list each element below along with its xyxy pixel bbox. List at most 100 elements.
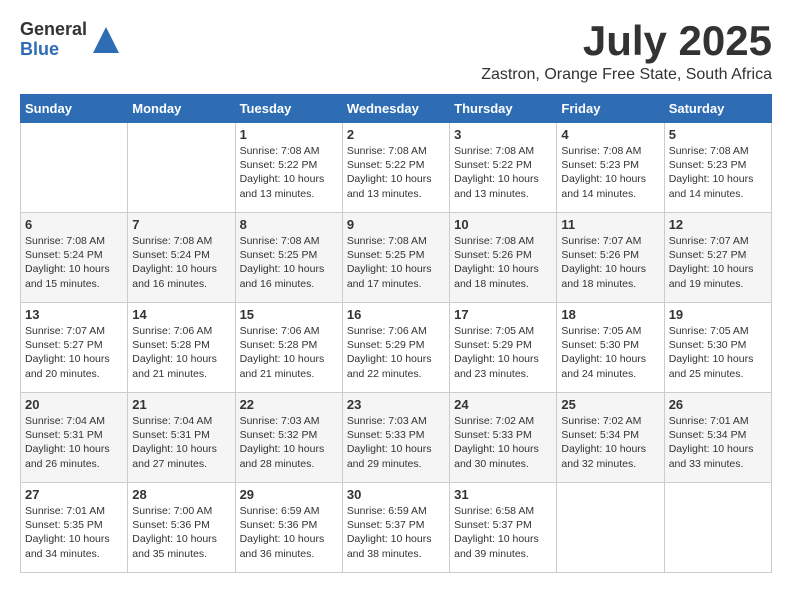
- calendar-cell: 3Sunrise: 7:08 AM Sunset: 5:22 PM Daylig…: [450, 123, 557, 213]
- calendar-header: SundayMondayTuesdayWednesdayThursdayFrid…: [21, 95, 772, 123]
- calendar-cell: 18Sunrise: 7:05 AM Sunset: 5:30 PM Dayli…: [557, 303, 664, 393]
- calendar-cell: 23 Sunrise: 7:03 AM Sunset: 5:33 PM Dayli…: [342, 393, 449, 483]
- day-header-tuesday: Tuesday: [235, 95, 342, 123]
- day-header-monday: Monday: [128, 95, 235, 123]
- calendar-cell: 5Sunrise: 7:08 AM Sunset: 5:23 PM Daylig…: [664, 123, 771, 213]
- day-number: 26: [669, 397, 767, 412]
- calendar-cell: [128, 123, 235, 213]
- day-number: 23: [347, 397, 445, 412]
- day-number: 19: [669, 307, 767, 322]
- day-info: Sunrise: 7:06 AM Sunset: 5:29 PM Dayligh…: [347, 324, 445, 381]
- calendar-cell: 24Sunrise: 7:02 AM Sunset: 5:33 PM Dayli…: [450, 393, 557, 483]
- calendar-cell: 15 Sunrise: 7:06 AM Sunset: 5:28 PM Dayli…: [235, 303, 342, 393]
- day-number: 20: [25, 397, 123, 412]
- week-row-3: 13 Sunrise: 7:07 AM Sunset: 5:27 PM Dayli…: [21, 303, 772, 393]
- calendar-cell: 22 Sunrise: 7:03 AM Sunset: 5:32 PM Dayli…: [235, 393, 342, 483]
- calendar-cell: [664, 483, 771, 573]
- calendar-cell: 19 Sunrise: 7:05 AM Sunset: 5:30 PM Dayli…: [664, 303, 771, 393]
- week-row-5: 27 Sunrise: 7:01 AM Sunset: 5:35 PM Dayli…: [21, 483, 772, 573]
- day-info: Sunrise: 7:03 AM Sunset: 5:32 PM Dayligh…: [240, 414, 338, 471]
- days-row: SundayMondayTuesdayWednesdayThursdayFrid…: [21, 95, 772, 123]
- calendar-cell: 10Sunrise: 7:08 AM Sunset: 5:26 PM Dayli…: [450, 213, 557, 303]
- calendar-cell: [557, 483, 664, 573]
- day-info: Sunrise: 6:59 AM Sunset: 5:36 PM Dayligh…: [240, 504, 338, 561]
- week-row-4: 20 Sunrise: 7:04 AM Sunset: 5:31 PM Dayli…: [21, 393, 772, 483]
- day-info: Sunrise: 7:01 AM Sunset: 5:34 PM Dayligh…: [669, 414, 767, 471]
- day-info: Sunrise: 7:07 AM Sunset: 5:27 PM Dayligh…: [669, 234, 767, 291]
- calendar-cell: 16 Sunrise: 7:06 AM Sunset: 5:29 PM Dayli…: [342, 303, 449, 393]
- day-number: 17: [454, 307, 552, 322]
- day-number: 8: [240, 217, 338, 232]
- day-number: 25: [561, 397, 659, 412]
- day-info: Sunrise: 7:02 AM Sunset: 5:34 PM Dayligh…: [561, 414, 659, 471]
- day-info: Sunrise: 6:58 AM Sunset: 5:37 PM Dayligh…: [454, 504, 552, 561]
- calendar-cell: 1Sunrise: 7:08 AM Sunset: 5:22 PM Daylig…: [235, 123, 342, 213]
- day-header-friday: Friday: [557, 95, 664, 123]
- day-info: Sunrise: 7:05 AM Sunset: 5:29 PM Dayligh…: [454, 324, 552, 381]
- day-header-wednesday: Wednesday: [342, 95, 449, 123]
- day-number: 14: [132, 307, 230, 322]
- calendar-cell: 6Sunrise: 7:08 AM Sunset: 5:24 PM Daylig…: [21, 213, 128, 303]
- day-info: Sunrise: 6:59 AM Sunset: 5:37 PM Dayligh…: [347, 504, 445, 561]
- day-number: 16: [347, 307, 445, 322]
- day-header-thursday: Thursday: [450, 95, 557, 123]
- day-info: Sunrise: 7:08 AM Sunset: 5:24 PM Dayligh…: [132, 234, 230, 291]
- page-header: General Blue July 2025 Zastron, Orange F…: [20, 20, 772, 84]
- calendar-cell: 30 Sunrise: 6:59 AM Sunset: 5:37 PM Dayli…: [342, 483, 449, 573]
- day-info: Sunrise: 7:05 AM Sunset: 5:30 PM Dayligh…: [561, 324, 659, 381]
- day-header-saturday: Saturday: [664, 95, 771, 123]
- day-info: Sunrise: 7:06 AM Sunset: 5:28 PM Dayligh…: [240, 324, 338, 381]
- logo: General Blue: [20, 20, 121, 60]
- calendar-cell: [21, 123, 128, 213]
- logo-icon: [91, 25, 121, 55]
- day-info: Sunrise: 7:08 AM Sunset: 5:22 PM Dayligh…: [347, 144, 445, 201]
- logo-general: General: [20, 20, 87, 40]
- month-title: July 2025: [481, 20, 772, 62]
- day-number: 4: [561, 127, 659, 142]
- week-row-1: 1Sunrise: 7:08 AM Sunset: 5:22 PM Daylig…: [21, 123, 772, 213]
- calendar-cell: 13 Sunrise: 7:07 AM Sunset: 5:27 PM Dayli…: [21, 303, 128, 393]
- day-info: Sunrise: 7:08 AM Sunset: 5:25 PM Dayligh…: [347, 234, 445, 291]
- day-info: Sunrise: 7:04 AM Sunset: 5:31 PM Dayligh…: [25, 414, 123, 471]
- calendar-cell: 25 Sunrise: 7:02 AM Sunset: 5:34 PM Dayli…: [557, 393, 664, 483]
- logo-blue: Blue: [20, 40, 87, 60]
- day-number: 28: [132, 487, 230, 502]
- day-info: Sunrise: 7:08 AM Sunset: 5:22 PM Dayligh…: [240, 144, 338, 201]
- day-number: 22: [240, 397, 338, 412]
- day-number: 2: [347, 127, 445, 142]
- day-header-sunday: Sunday: [21, 95, 128, 123]
- calendar-cell: 27 Sunrise: 7:01 AM Sunset: 5:35 PM Dayli…: [21, 483, 128, 573]
- day-info: Sunrise: 7:08 AM Sunset: 5:23 PM Dayligh…: [561, 144, 659, 201]
- day-info: Sunrise: 7:06 AM Sunset: 5:28 PM Dayligh…: [132, 324, 230, 381]
- day-info: Sunrise: 7:00 AM Sunset: 5:36 PM Dayligh…: [132, 504, 230, 561]
- calendar-cell: 8 Sunrise: 7:08 AM Sunset: 5:25 PM Daylig…: [235, 213, 342, 303]
- day-number: 7: [132, 217, 230, 232]
- day-info: Sunrise: 7:07 AM Sunset: 5:27 PM Dayligh…: [25, 324, 123, 381]
- day-info: Sunrise: 7:02 AM Sunset: 5:33 PM Dayligh…: [454, 414, 552, 471]
- day-number: 13: [25, 307, 123, 322]
- day-number: 27: [25, 487, 123, 502]
- calendar-cell: 12 Sunrise: 7:07 AM Sunset: 5:27 PM Dayli…: [664, 213, 771, 303]
- calendar-cell: 9Sunrise: 7:08 AM Sunset: 5:25 PM Daylig…: [342, 213, 449, 303]
- calendar-cell: 21Sunrise: 7:04 AM Sunset: 5:31 PM Dayli…: [128, 393, 235, 483]
- calendar-cell: 29Sunrise: 6:59 AM Sunset: 5:36 PM Dayli…: [235, 483, 342, 573]
- day-info: Sunrise: 7:08 AM Sunset: 5:22 PM Dayligh…: [454, 144, 552, 201]
- calendar-cell: 2 Sunrise: 7:08 AM Sunset: 5:22 PM Daylig…: [342, 123, 449, 213]
- week-row-2: 6Sunrise: 7:08 AM Sunset: 5:24 PM Daylig…: [21, 213, 772, 303]
- calendar-body: 1Sunrise: 7:08 AM Sunset: 5:22 PM Daylig…: [21, 123, 772, 573]
- calendar-cell: 14 Sunrise: 7:06 AM Sunset: 5:28 PM Dayli…: [128, 303, 235, 393]
- day-number: 15: [240, 307, 338, 322]
- day-info: Sunrise: 7:03 AM Sunset: 5:33 PM Dayligh…: [347, 414, 445, 471]
- day-info: Sunrise: 7:01 AM Sunset: 5:35 PM Dayligh…: [25, 504, 123, 561]
- subtitle: Zastron, Orange Free State, South Africa: [481, 66, 772, 84]
- calendar-cell: 26 Sunrise: 7:01 AM Sunset: 5:34 PM Dayli…: [664, 393, 771, 483]
- day-info: Sunrise: 7:05 AM Sunset: 5:30 PM Dayligh…: [669, 324, 767, 381]
- calendar-cell: 4 Sunrise: 7:08 AM Sunset: 5:23 PM Daylig…: [557, 123, 664, 213]
- calendar-cell: 28 Sunrise: 7:00 AM Sunset: 5:36 PM Dayli…: [128, 483, 235, 573]
- day-number: 30: [347, 487, 445, 502]
- day-info: Sunrise: 7:08 AM Sunset: 5:25 PM Dayligh…: [240, 234, 338, 291]
- day-number: 12: [669, 217, 767, 232]
- day-number: 11: [561, 217, 659, 232]
- day-info: Sunrise: 7:08 AM Sunset: 5:24 PM Dayligh…: [25, 234, 123, 291]
- day-number: 5: [669, 127, 767, 142]
